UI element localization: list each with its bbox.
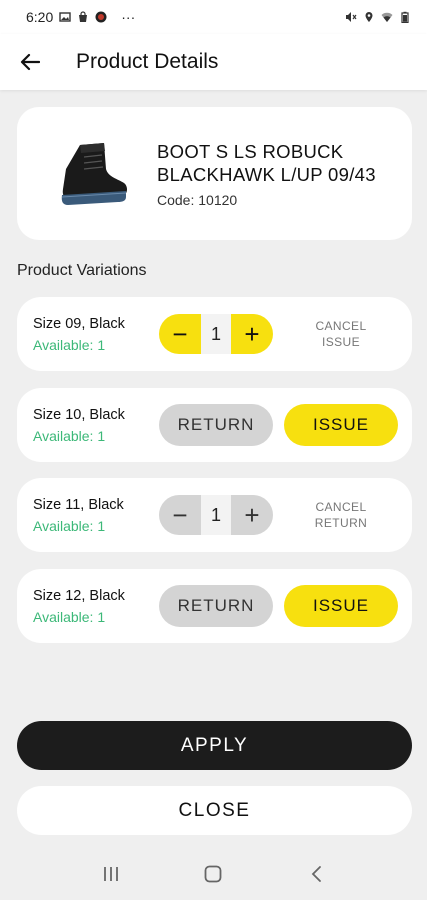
back-nav-icon: [311, 866, 321, 882]
apply-button[interactable]: APPLY: [17, 721, 412, 770]
mute-icon: [346, 12, 357, 22]
bag-icon: [79, 11, 88, 22]
variation-size: Size 11, Black: [33, 497, 124, 513]
recent-apps-icon: [104, 867, 119, 881]
home-button[interactable]: [193, 854, 233, 894]
quantity-stepper: − 1 +: [159, 495, 273, 535]
variation-available: Available: 1: [33, 609, 106, 625]
variation-size: Size 09, Black: [33, 316, 125, 332]
decrement-button[interactable]: −: [159, 314, 201, 354]
return-button[interactable]: RETURN: [159, 404, 273, 446]
arrow-left-icon: [20, 53, 40, 71]
variation-card: Size 10, Black Available: 1 RETURN ISSUE: [17, 388, 412, 462]
boot-image: [61, 142, 127, 205]
product-image: [47, 129, 137, 219]
variation-size: Size 12, Black: [33, 588, 125, 604]
quantity-value: 1: [201, 495, 231, 535]
page-title: Product Details: [76, 50, 219, 73]
home-icon: [205, 865, 222, 883]
back-button[interactable]: [10, 42, 50, 82]
cancel-return-button[interactable]: CANCEL RETURN: [299, 499, 383, 531]
return-button[interactable]: RETURN: [159, 585, 273, 627]
quantity-value: 1: [201, 314, 231, 354]
close-button[interactable]: CLOSE: [17, 786, 412, 835]
battery-icon: [401, 11, 409, 23]
image-icon: [59, 12, 71, 22]
variation-available: Available: 1: [33, 337, 106, 353]
status-time: 6:20: [26, 9, 54, 25]
variation-available: Available: 1: [33, 518, 106, 534]
product-name: BOOT S LS ROBUCK BLACKHAWK L/UP 09/43: [157, 140, 376, 185]
product-code: Code: 10120: [157, 191, 238, 208]
location-icon: [365, 12, 373, 22]
section-title: Product Variations: [17, 262, 147, 279]
back-nav-button[interactable]: [296, 854, 336, 894]
navigation-bar: [0, 848, 427, 900]
more-dots-icon: ···: [121, 9, 136, 25]
issue-button[interactable]: ISSUE: [284, 585, 398, 627]
app-bar: Product Details: [0, 34, 427, 90]
wifi-icon: [381, 12, 393, 22]
increment-button[interactable]: +: [231, 314, 273, 354]
product-card: BOOT S LS ROBUCK BLACKHAWK L/UP 09/43 Co…: [17, 107, 412, 240]
issue-button[interactable]: ISSUE: [284, 404, 398, 446]
cancel-issue-button[interactable]: CANCEL ISSUE: [299, 318, 383, 350]
notification-app-icon: [95, 11, 107, 23]
variation-card: Size 09, Black Available: 1 − 1 + CANCEL…: [17, 297, 412, 371]
status-bar: 6:20 ···: [0, 0, 427, 34]
variation-card: Size 11, Black Available: 1 − 1 + CANCEL…: [17, 478, 412, 552]
quantity-stepper: − 1 +: [159, 314, 273, 354]
increment-button[interactable]: +: [231, 495, 273, 535]
recent-apps-button[interactable]: [91, 854, 131, 894]
variation-size: Size 10, Black: [33, 407, 125, 423]
variation-available: Available: 1: [33, 428, 106, 444]
decrement-button[interactable]: −: [159, 495, 201, 535]
variation-card: Size 12, Black Available: 1 RETURN ISSUE: [17, 569, 412, 643]
